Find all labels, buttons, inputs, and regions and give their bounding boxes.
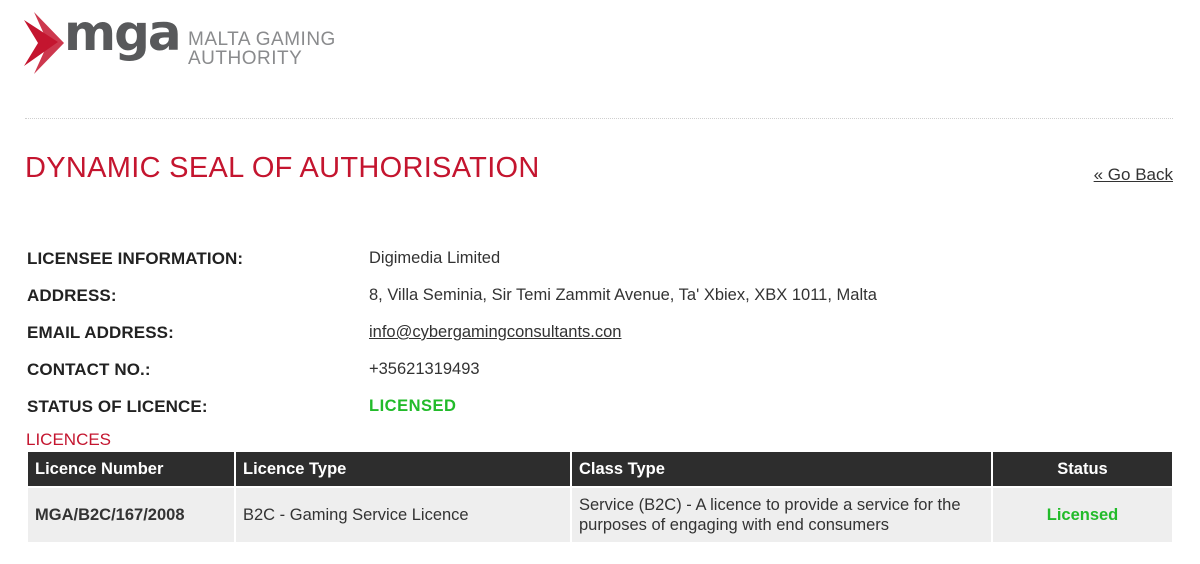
licensee-info: LICENSEE INFORMATION: Digimedia Limited … bbox=[27, 240, 1177, 425]
contact-label: CONTACT NO.: bbox=[27, 359, 151, 379]
licences-table: Licence Number Licence Type Class Type S… bbox=[28, 452, 1172, 542]
logo-wordmark: mga bbox=[64, 4, 182, 62]
maltese-cross-icon bbox=[24, 12, 64, 74]
licensee-label: LICENSEE INFORMATION: bbox=[27, 248, 244, 268]
info-row-email: EMAIL ADDRESS: info@cybergamingconsultan… bbox=[27, 314, 1177, 351]
column-header-licence-number: Licence Number bbox=[28, 452, 236, 487]
address-label: ADDRESS: bbox=[27, 285, 117, 305]
info-row-contact: CONTACT NO.: +35621319493 bbox=[27, 351, 1177, 388]
go-back-link[interactable]: « Go Back bbox=[1094, 165, 1173, 185]
licence-number-cell: MGA/B2C/167/2008 bbox=[28, 486, 236, 542]
page-title: DYNAMIC SEAL OF AUTHORISATION bbox=[25, 152, 540, 184]
info-row-licensee: LICENSEE INFORMATION: Digimedia Limited bbox=[27, 240, 1177, 277]
licence-type-cell: B2C - Gaming Service Licence bbox=[235, 486, 572, 542]
status-cell: Licensed bbox=[992, 486, 1172, 542]
header-divider bbox=[25, 118, 1173, 119]
licensee-value: Digimedia Limited bbox=[369, 249, 501, 267]
contact-value: +35621319493 bbox=[369, 360, 480, 378]
logo-subtitle-line1: MALTA GAMING bbox=[188, 29, 336, 50]
class-type-cell: Service (B2C) - A licence to provide a s… bbox=[571, 486, 993, 542]
licences-heading: LICENCES bbox=[26, 430, 112, 449]
column-header-licence-type: Licence Type bbox=[235, 452, 572, 487]
column-header-class-type: Class Type bbox=[571, 452, 993, 487]
mga-logo: mga MALTA GAMING AUTHORITY bbox=[24, 4, 344, 78]
info-row-status: STATUS OF LICENCE: LICENSED bbox=[27, 388, 1177, 425]
table-header-row: Licence Number Licence Type Class Type S… bbox=[28, 452, 1172, 487]
table-row: MGA/B2C/167/2008 B2C - Gaming Service Li… bbox=[28, 486, 1172, 542]
column-header-status: Status bbox=[992, 452, 1172, 487]
status-value: LICENSED bbox=[369, 397, 457, 415]
logo-subtitle: MALTA GAMING AUTHORITY bbox=[188, 30, 348, 68]
status-label: STATUS OF LICENCE: bbox=[27, 396, 208, 416]
email-link[interactable]: info@cybergamingconsultants.con bbox=[369, 323, 621, 342]
info-row-address: ADDRESS: 8, Villa Seminia, Sir Temi Zamm… bbox=[27, 277, 1177, 314]
email-label: EMAIL ADDRESS: bbox=[27, 322, 174, 342]
logo-subtitle-line2: AUTHORITY bbox=[188, 48, 303, 69]
address-value: 8, Villa Seminia, Sir Temi Zammit Avenue… bbox=[369, 286, 877, 304]
